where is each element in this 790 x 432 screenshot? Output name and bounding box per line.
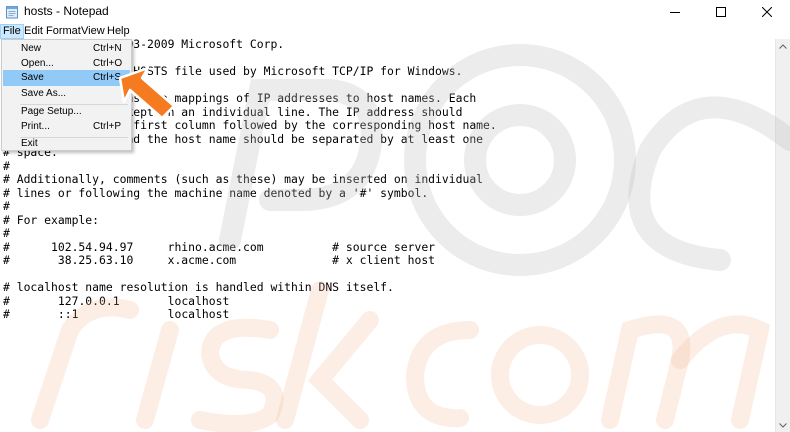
menu-bar: File Edit Format View Help <box>0 24 790 39</box>
menu-edit[interactable]: Edit <box>22 24 45 39</box>
close-icon <box>762 7 772 17</box>
chevron-down-icon <box>779 422 787 428</box>
scroll-down-button[interactable] <box>776 418 790 432</box>
arrow-pointer-icon <box>118 66 176 120</box>
minimize-icon <box>670 12 680 13</box>
notepad-icon <box>6 6 18 19</box>
close-button[interactable] <box>744 0 790 24</box>
menu-item-exit[interactable]: Exit <box>3 136 130 152</box>
scroll-up-button[interactable] <box>776 39 790 53</box>
menu-format[interactable]: Format <box>44 24 83 39</box>
title-bar[interactable]: hosts - Notepad <box>0 0 790 24</box>
menu-item-new[interactable]: New Ctrl+N <box>3 41 130 57</box>
maximize-icon <box>716 7 726 17</box>
menu-help[interactable]: Help <box>105 24 132 39</box>
maximize-button[interactable] <box>698 0 744 24</box>
menu-file[interactable]: File <box>0 24 24 39</box>
chevron-up-icon <box>779 43 787 49</box>
menu-view[interactable]: View <box>79 24 107 39</box>
minimize-button[interactable] <box>652 0 698 24</box>
vertical-scrollbar[interactable] <box>775 39 790 432</box>
window-title: hosts - Notepad <box>24 4 109 18</box>
